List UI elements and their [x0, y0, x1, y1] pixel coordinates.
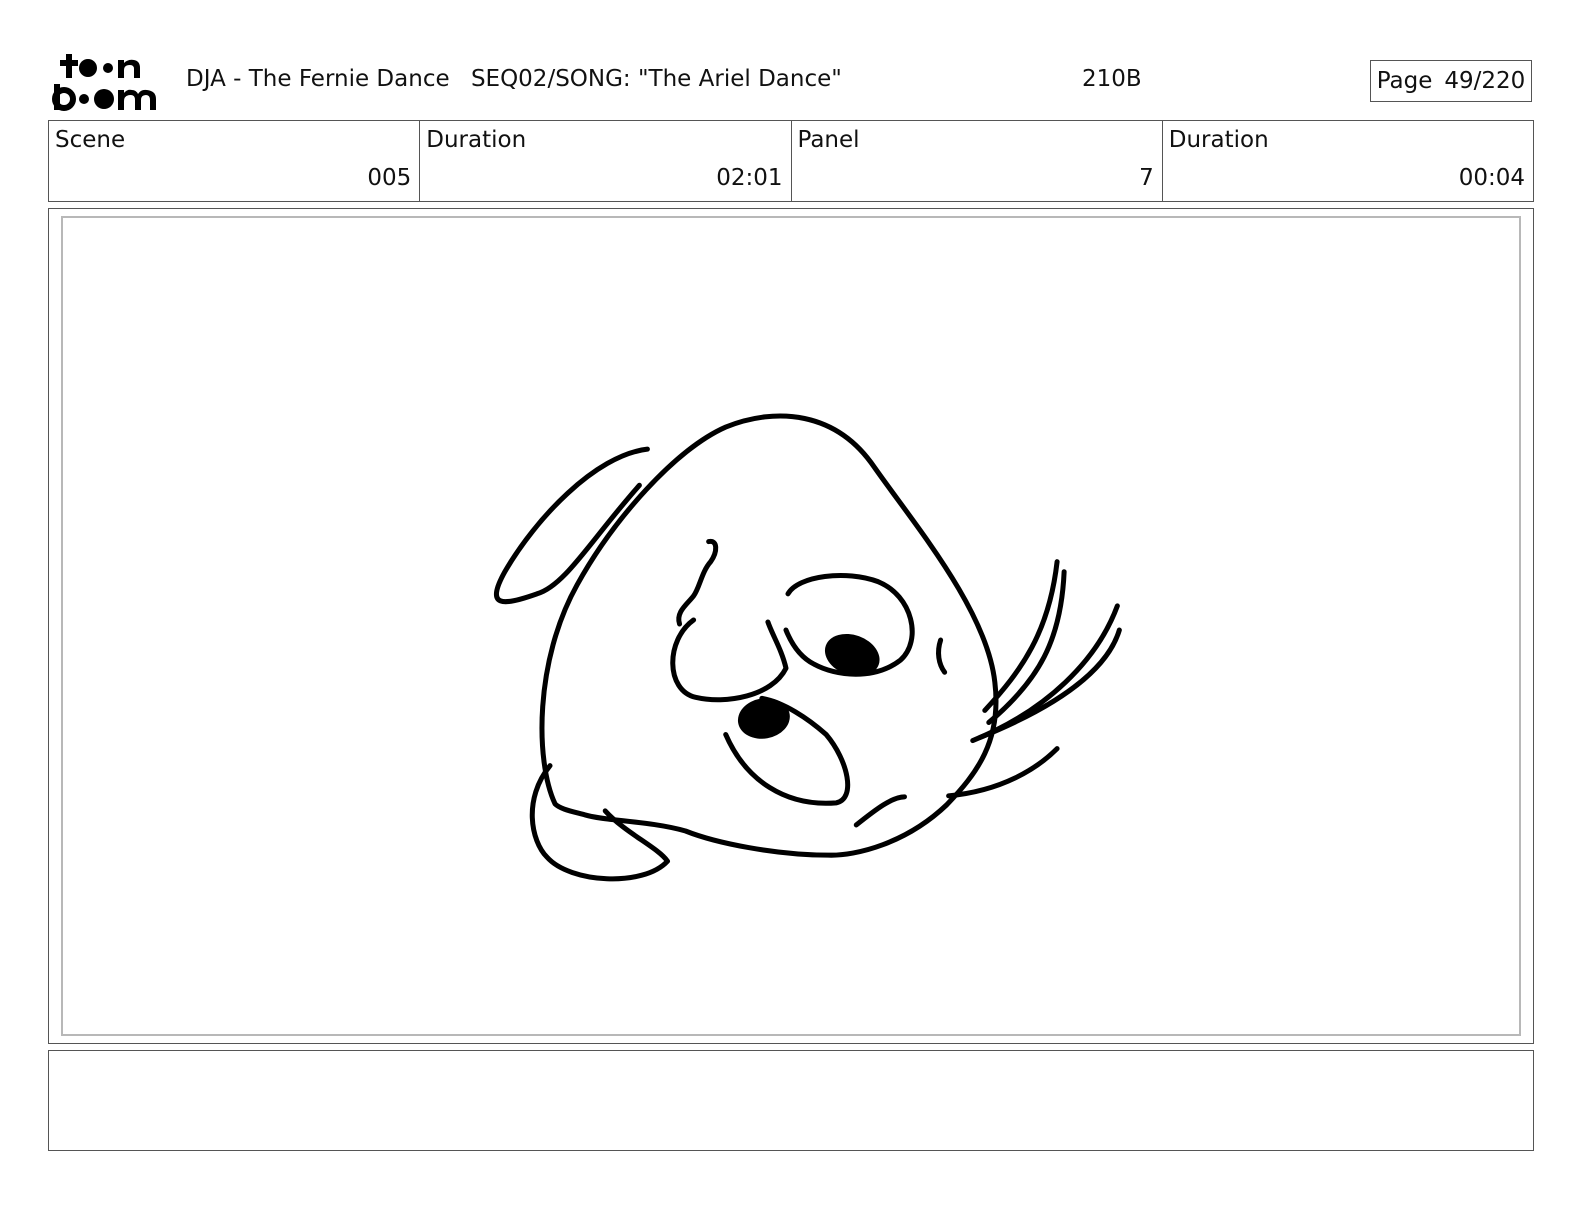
panel-label: Panel — [797, 127, 860, 153]
panel-duration-value: 00:04 — [1458, 165, 1525, 191]
storyboard-panel — [48, 208, 1534, 1044]
scene-duration-cell: Duration 02:01 — [420, 121, 792, 201]
sequence-title: SEQ02/SONG: "The Ariel Dance" — [470, 66, 842, 92]
panel-frame — [61, 216, 1521, 1036]
toonboom-logo — [52, 52, 164, 112]
scene-cell: Scene 005 — [49, 121, 421, 201]
page-indicator: Page 49/220 — [1370, 60, 1532, 102]
header-title: DJA - The Fernie Dance SEQ02/SONG: "The … — [186, 66, 856, 92]
scene-value: 005 — [367, 165, 412, 191]
scene-duration-value: 02:01 — [716, 165, 783, 191]
page-label: Page — [1376, 68, 1433, 94]
panel-duration-label: Duration — [1168, 127, 1269, 153]
scene-label: Scene — [55, 127, 126, 153]
info-table: Scene 005 Duration 02:01 Panel 7 Duratio… — [48, 120, 1534, 202]
panel-value: 7 — [1139, 165, 1154, 191]
panel-cell: Panel 7 — [792, 121, 1163, 201]
page-value: 49/220 — [1444, 68, 1526, 94]
notes-box — [48, 1050, 1534, 1151]
project-title: DJA - The Fernie Dance — [186, 66, 450, 92]
character-sketch — [493, 413, 1122, 882]
panel-duration-cell: Duration 00:04 — [1163, 121, 1533, 201]
scene-duration-label: Duration — [426, 127, 527, 153]
panel-code: 210B — [1082, 66, 1142, 92]
